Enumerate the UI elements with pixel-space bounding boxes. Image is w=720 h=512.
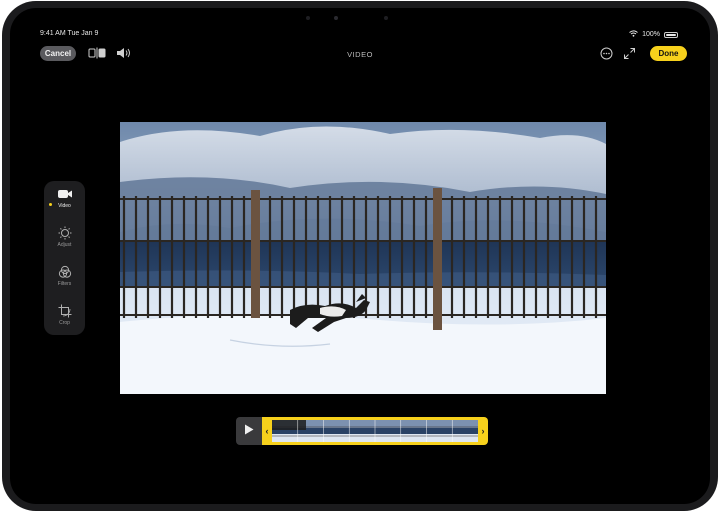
wifi-icon bbox=[629, 30, 638, 39]
sidebar-item-label: Adjust bbox=[57, 242, 72, 248]
frame-thumbnails bbox=[272, 420, 478, 442]
play-button[interactable] bbox=[236, 417, 262, 445]
video-preview[interactable] bbox=[120, 122, 606, 394]
video-frame-image bbox=[120, 122, 606, 394]
ipad-device-frame: 9:41 AM Tue Jan 9 100% Cancel VIDEO Done bbox=[2, 1, 718, 511]
status-time-date: 9:41 AM Tue Jan 9 bbox=[40, 30, 99, 37]
sensor-dot bbox=[306, 16, 310, 20]
adjust-dial-icon bbox=[44, 226, 85, 240]
crop-icon bbox=[44, 304, 85, 318]
frame-strip[interactable] bbox=[272, 420, 478, 442]
play-icon bbox=[244, 422, 254, 440]
video-camera-icon bbox=[44, 187, 85, 201]
active-indicator bbox=[49, 203, 52, 206]
expand-icon[interactable] bbox=[623, 47, 636, 64]
more-options-icon[interactable] bbox=[600, 47, 613, 64]
trim-bar[interactable]: ‹ › bbox=[262, 417, 488, 445]
edit-tools-sidebar: Video Adjust Filters Crop bbox=[44, 181, 85, 335]
video-timeline-scrubber[interactable]: ‹ › bbox=[236, 417, 488, 445]
battery-percent: 100% bbox=[642, 31, 660, 38]
status-right-group: 100% bbox=[629, 30, 678, 39]
sensor-dot bbox=[384, 16, 388, 20]
filters-icon bbox=[44, 265, 85, 279]
editor-screen: 9:41 AM Tue Jan 9 100% Cancel VIDEO Done bbox=[10, 8, 710, 504]
battery-icon bbox=[664, 31, 678, 38]
sidebar-item-video[interactable]: Video bbox=[44, 187, 85, 209]
done-button[interactable]: Done bbox=[650, 46, 687, 61]
sidebar-item-filters[interactable]: Filters bbox=[44, 265, 85, 287]
sidebar-item-crop[interactable]: Crop bbox=[44, 304, 85, 326]
chevron-right-icon[interactable]: › bbox=[478, 417, 488, 445]
sidebar-item-label: Crop bbox=[59, 320, 70, 326]
sidebar-item-label: Filters bbox=[57, 281, 72, 287]
front-camera bbox=[334, 16, 338, 20]
sidebar-item-adjust[interactable]: Adjust bbox=[44, 226, 85, 248]
chevron-left-icon[interactable]: ‹ bbox=[262, 417, 272, 445]
